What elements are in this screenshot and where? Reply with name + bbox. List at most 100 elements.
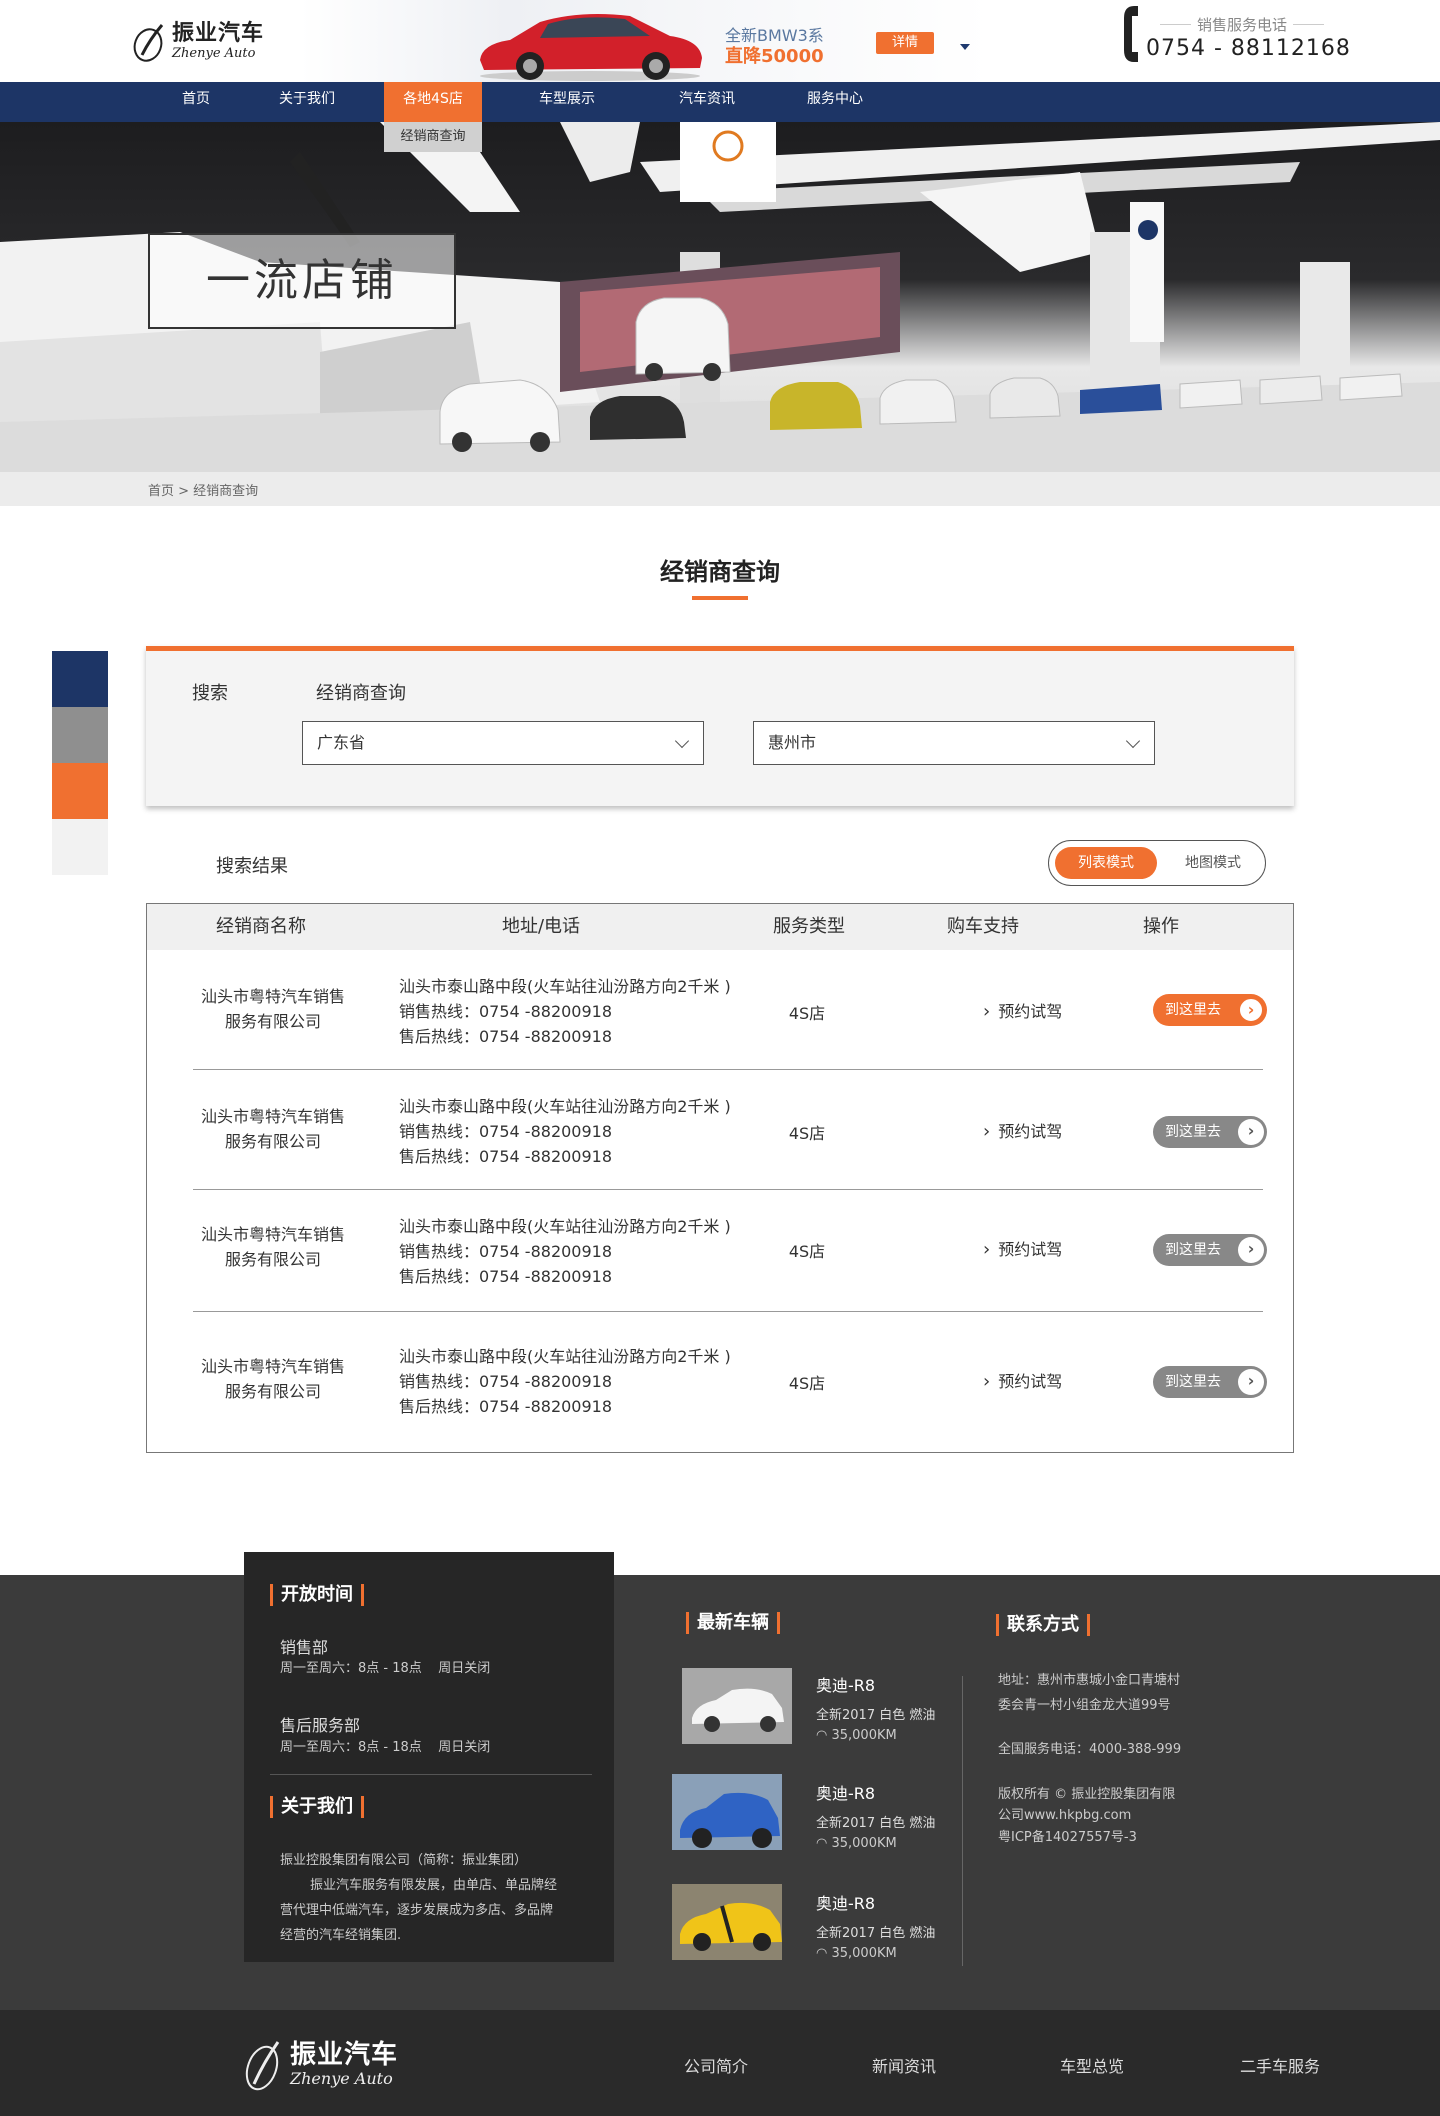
car-mileage: ◠ 35,000KM — [816, 1836, 897, 1851]
promo-price-text: 直降50000 — [725, 46, 824, 67]
sales-dept-label: 销售部 — [280, 1638, 329, 1657]
logo-chinese-text: 振业汽车 — [172, 20, 265, 46]
chevron-down-icon — [674, 733, 690, 749]
car-name[interactable]: 奥迪-R8 — [816, 1672, 875, 1696]
dropdown-item-dealer-search[interactable]: 经销商查询 — [384, 122, 482, 152]
footer-divider — [270, 1774, 592, 1775]
service-hours: 周一至周六：8点 - 18点 周日关闭 — [280, 1740, 491, 1755]
dealer-search-label: 经销商查询 — [316, 683, 406, 704]
go-here-button[interactable]: 到这里去 › — [1153, 1366, 1267, 1398]
column-header-name: 经销商名称 — [216, 916, 306, 937]
province-select[interactable]: 广东省 — [302, 721, 704, 765]
results-label: 搜索结果 — [216, 856, 288, 877]
city-select[interactable]: 惠州市 — [753, 721, 1155, 765]
nav-item-4s-stores[interactable]: 各地4S店 — [384, 82, 482, 122]
dealer-name: 汕头市粤特汽车销售 服务有限公司 — [200, 1107, 345, 1151]
test-drive-link[interactable]: 预约试驾 — [983, 1236, 1062, 1260]
go-here-button[interactable]: 到这里去 › — [1153, 1234, 1267, 1266]
dealer-name: 汕头市粤特汽车销售 服务有限公司 — [200, 987, 345, 1031]
province-select-value: 广东省 — [317, 733, 366, 752]
dealer-contact: 汕头市泰山路中段(火车站往汕汾路方向2千米 ) 销售热线：0754 -882009… — [399, 977, 731, 1046]
test-drive-link[interactable]: 预约试驾 — [983, 1368, 1062, 1392]
test-drive-link[interactable]: 预约试驾 — [983, 998, 1062, 1022]
about-heading: 关于我们 — [270, 1796, 364, 1818]
contact-heading: 联系方式 — [996, 1614, 1090, 1636]
table-row: 汕头市粤特汽车销售 服务有限公司 汕头市泰山路中段(火车站往汕汾路方向2千米 ) 销… — [147, 1312, 1293, 1431]
footer-logo[interactable]: 振业汽车 Zhenye Auto — [244, 2034, 398, 2094]
phone-label: 销售服务电话 — [1160, 14, 1324, 35]
dealer-name: 汕头市粤特汽车销售 服务有限公司 — [200, 1225, 345, 1269]
city-select-value: 惠州市 — [768, 733, 817, 752]
icp-text[interactable]: 粤ICP备14027557号-3 — [998, 1825, 1137, 1850]
promo-banner[interactable]: 全新BMW3系 直降50000 详情 — [300, 0, 990, 82]
telephone-icon — [1124, 6, 1138, 62]
car-name[interactable]: 奥迪-R8 — [816, 1780, 875, 1804]
car-mileage: ◠ 35,000KM — [816, 1946, 897, 1961]
main-nav: 首页 关于我们 各地4S店 车型展示 汽车资讯 服务中心 — [0, 82, 1440, 122]
column-header-address: 地址/电话 — [501, 916, 581, 937]
search-panel: 搜索 经销商查询 广东省 惠州市 — [146, 646, 1294, 806]
about-text-line: 振业控股集团有限公司（简称：振业集团） — [280, 1853, 528, 1868]
footer-link-models[interactable]: 车型总览 — [1060, 2053, 1124, 2077]
page-title: 经销商查询 — [660, 558, 780, 586]
white-bmw-image — [682, 1668, 792, 1744]
nav-item-news[interactable]: 汽车资讯 — [662, 82, 752, 122]
about-text-line: 振业汽车服务有限发展，由单店、单品牌经 — [310, 1878, 558, 1893]
breadcrumb[interactable]: 首页 > 经销商查询 — [148, 480, 258, 499]
about-text-line: 经营的汽车经销集团. — [280, 1928, 402, 1943]
nav-item-home[interactable]: 首页 — [164, 82, 228, 122]
service-dept-label: 售后服务部 — [280, 1716, 361, 1735]
footer-link-news[interactable]: 新闻资讯 — [872, 2053, 936, 2077]
logo-emblem-icon — [245, 2041, 280, 2091]
side-tab-light[interactable] — [52, 819, 108, 875]
logo-english-text: Zhenye Auto — [172, 45, 256, 61]
nav-item-models[interactable]: 车型展示 — [520, 82, 614, 122]
side-tab-navy[interactable] — [52, 651, 108, 707]
speedometer-icon: ◠ — [816, 1728, 828, 1743]
sales-hours: 周一至周六：8点 - 18点 周日关闭 — [280, 1661, 491, 1676]
search-label: 搜索 — [192, 683, 228, 704]
footer-link-used-cars[interactable]: 二手车服务 — [1240, 2053, 1320, 2077]
car-name[interactable]: 奥迪-R8 — [816, 1890, 875, 1914]
list-mode-button[interactable]: 列表模式 — [1055, 847, 1157, 879]
go-here-button[interactable]: 到这里去 › — [1153, 1116, 1267, 1148]
latest-cars-heading: 最新车辆 — [686, 1612, 780, 1634]
car-thumbnail[interactable] — [672, 1884, 782, 1960]
footer-link-company[interactable]: 公司简介 — [684, 2053, 748, 2077]
car-spec: 全新2017 白色 燃油 — [816, 1816, 936, 1831]
service-type: 4S店 — [788, 1242, 826, 1261]
nav-item-about[interactable]: 关于我们 — [262, 82, 352, 122]
table-header: 经销商名称 地址/电话 服务类型 购车支持 操作 — [147, 904, 1293, 950]
dealer-contact: 汕头市泰山路中段(火车站往汕汾路方向2千米 ) 销售热线：0754 -882009… — [399, 1097, 731, 1166]
dealer-contact: 汕头市泰山路中段(火车站往汕汾路方向2千米 ) 销售热线：0754 -882009… — [399, 1217, 731, 1286]
nav-item-service[interactable]: 服务中心 — [790, 82, 880, 122]
chevron-right-icon: › — [1238, 1237, 1264, 1263]
banner-title: 一流店铺 — [148, 233, 456, 329]
map-mode-button[interactable]: 地图模式 — [1167, 847, 1259, 879]
logo-emblem-icon — [133, 24, 164, 62]
yellow-camaro-image — [672, 1884, 782, 1960]
chevron-right-icon: › — [1238, 997, 1264, 1023]
dealer-name: 汕头市粤特汽车销售 服务有限公司 — [200, 1357, 345, 1401]
address-line: 委会青一村小组金龙大道99号 — [998, 1698, 1171, 1713]
phone-number: 0754 - 88112168 — [1146, 36, 1351, 61]
car-spec: 全新2017 白色 燃油 — [816, 1926, 936, 1941]
side-tab-gray[interactable] — [52, 707, 108, 763]
caret-down-icon[interactable] — [960, 44, 970, 50]
car-thumbnail[interactable] — [672, 1774, 782, 1850]
site-header: 振业汽车 Zhenye Auto 全新BMW3系 直降50000 详情 销售服务… — [0, 0, 1440, 82]
footer-logo-chinese: 振业汽车 — [290, 2039, 399, 2070]
title-underline — [692, 596, 748, 600]
go-here-button[interactable]: 到这里去 › — [1153, 994, 1267, 1026]
promo-details-button[interactable]: 详情 — [876, 32, 934, 54]
side-tab-orange[interactable] — [52, 763, 108, 819]
test-drive-link[interactable]: 预约试驾 — [983, 1118, 1062, 1142]
chevron-right-icon: › — [1238, 1119, 1264, 1145]
service-type: 4S店 — [788, 1124, 826, 1143]
speedometer-icon: ◠ — [816, 1946, 828, 1961]
car-thumbnail[interactable] — [682, 1668, 792, 1744]
site-logo[interactable]: 振业汽车 Zhenye Auto — [132, 18, 272, 64]
hours-heading: 开放时间 — [270, 1584, 364, 1606]
hotline-text: 全国服务电话：4000-388-999 — [998, 1742, 1182, 1757]
speedometer-icon: ◠ — [816, 1836, 828, 1851]
